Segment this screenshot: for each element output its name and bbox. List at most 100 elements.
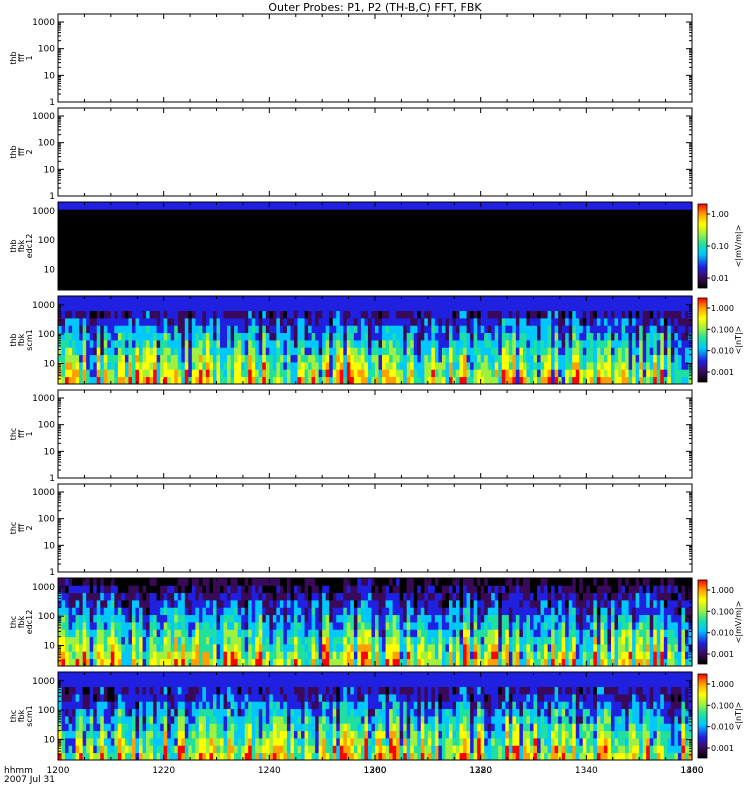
spectro-cell	[491, 310, 496, 319]
spectro-cell	[674, 268, 679, 276]
spectro-cell	[540, 253, 545, 262]
spectro-cell	[205, 354, 211, 363]
spectro-cell	[184, 310, 189, 319]
spectro-cell	[635, 354, 640, 363]
spectro-cell	[392, 296, 397, 304]
spectro-cell	[614, 224, 619, 232]
spectro-cell	[628, 268, 633, 276]
spectro-cell	[614, 253, 619, 262]
spectro-cell	[501, 253, 506, 262]
spectro-cell	[589, 224, 594, 232]
spectro-cell	[544, 202, 549, 210]
spectro-cell	[406, 310, 411, 319]
spectro-cell	[494, 224, 499, 232]
spectro-cell	[427, 202, 432, 210]
spectro-cell	[258, 362, 263, 370]
spectro-cell	[607, 340, 612, 348]
spectro-cell	[220, 332, 225, 341]
spectro-cell	[463, 224, 468, 232]
spectro-cell	[420, 253, 425, 262]
spectro-cell	[448, 282, 454, 291]
spectro-cell	[677, 310, 683, 319]
spectro-cell	[533, 216, 538, 225]
spectro-cell	[498, 303, 503, 312]
spectro-cell	[75, 246, 80, 254]
spectro-cell	[515, 376, 521, 385]
spectro-cell	[297, 224, 302, 232]
spectro-cell	[58, 347, 63, 356]
spectro-cell	[364, 354, 369, 363]
spectro-cell	[406, 238, 411, 247]
spectro-cell	[544, 369, 549, 378]
spectro-cell	[459, 325, 464, 334]
spectro-cell	[96, 347, 101, 356]
spectro-cell	[318, 209, 323, 218]
spectro-cell	[121, 318, 126, 326]
spectro-cell	[568, 209, 573, 218]
spectro-cell	[487, 369, 492, 378]
spectro-cell	[184, 231, 189, 240]
spectro-cell	[357, 202, 362, 210]
spectro-cell	[653, 325, 658, 334]
spectro-cell	[174, 216, 179, 225]
spectro-cell	[301, 246, 306, 254]
spectro-cell	[198, 310, 204, 319]
spectro-cell	[660, 340, 665, 348]
spectro-cell	[519, 347, 524, 356]
spectro-cell	[456, 238, 461, 247]
spectro-cell	[131, 275, 137, 284]
spectro-cell	[86, 318, 91, 326]
spectro-cell	[544, 362, 549, 370]
spectro-cell	[153, 224, 158, 232]
spectro-cell	[82, 260, 87, 269]
spectro-cell	[653, 224, 658, 232]
spectro-cell	[272, 238, 277, 247]
spectro-cell	[656, 303, 661, 312]
spectro-cell	[480, 303, 485, 312]
spectro-cell	[142, 246, 147, 254]
spectro-cell	[614, 202, 619, 210]
spectro-cell	[491, 376, 496, 385]
spectro-cell	[100, 246, 105, 254]
spectro-cell	[272, 303, 277, 312]
spectro-cell	[656, 347, 661, 356]
spectro-cell	[607, 268, 612, 276]
spectro-cell	[572, 238, 577, 247]
spectro-cell	[156, 253, 161, 262]
spectro-cell	[670, 296, 675, 304]
spectro-cell	[565, 268, 570, 276]
spectro-cell	[360, 231, 366, 240]
spectro-cell	[385, 303, 390, 312]
spectro-cell	[568, 296, 573, 304]
spectro-cell	[86, 268, 91, 276]
spectro-cell	[607, 362, 612, 370]
spectro-cell	[456, 282, 461, 291]
spectro-cell	[684, 369, 690, 378]
spectro-cell	[308, 296, 313, 304]
spectro-cell	[93, 303, 98, 312]
spectro-cell	[554, 238, 559, 247]
spectro-cell	[565, 231, 570, 240]
spectro-cell	[61, 376, 66, 385]
spectro-cell	[195, 332, 200, 341]
spectro-cell	[684, 253, 690, 262]
spectro-cell	[519, 231, 524, 240]
spectro-cell	[220, 354, 225, 363]
spectro-cell	[607, 354, 612, 363]
spectro-cell	[625, 209, 630, 218]
spectro-cell	[209, 216, 214, 225]
spectro-cell	[343, 340, 348, 348]
spectro-cell	[674, 216, 679, 225]
spectro-cell	[279, 332, 285, 341]
spectro-cell	[364, 268, 369, 276]
spectro-cell	[593, 340, 598, 348]
spectro-cell	[448, 253, 454, 262]
spectro-cell	[607, 296, 612, 304]
spectro-cell	[290, 202, 295, 210]
spectro-cell	[674, 209, 679, 218]
spectro-cell	[607, 318, 612, 326]
spectro-cell	[635, 325, 640, 334]
spectro-cell	[110, 318, 115, 326]
spectro-cell	[276, 340, 281, 348]
spectro-cell	[396, 246, 401, 254]
